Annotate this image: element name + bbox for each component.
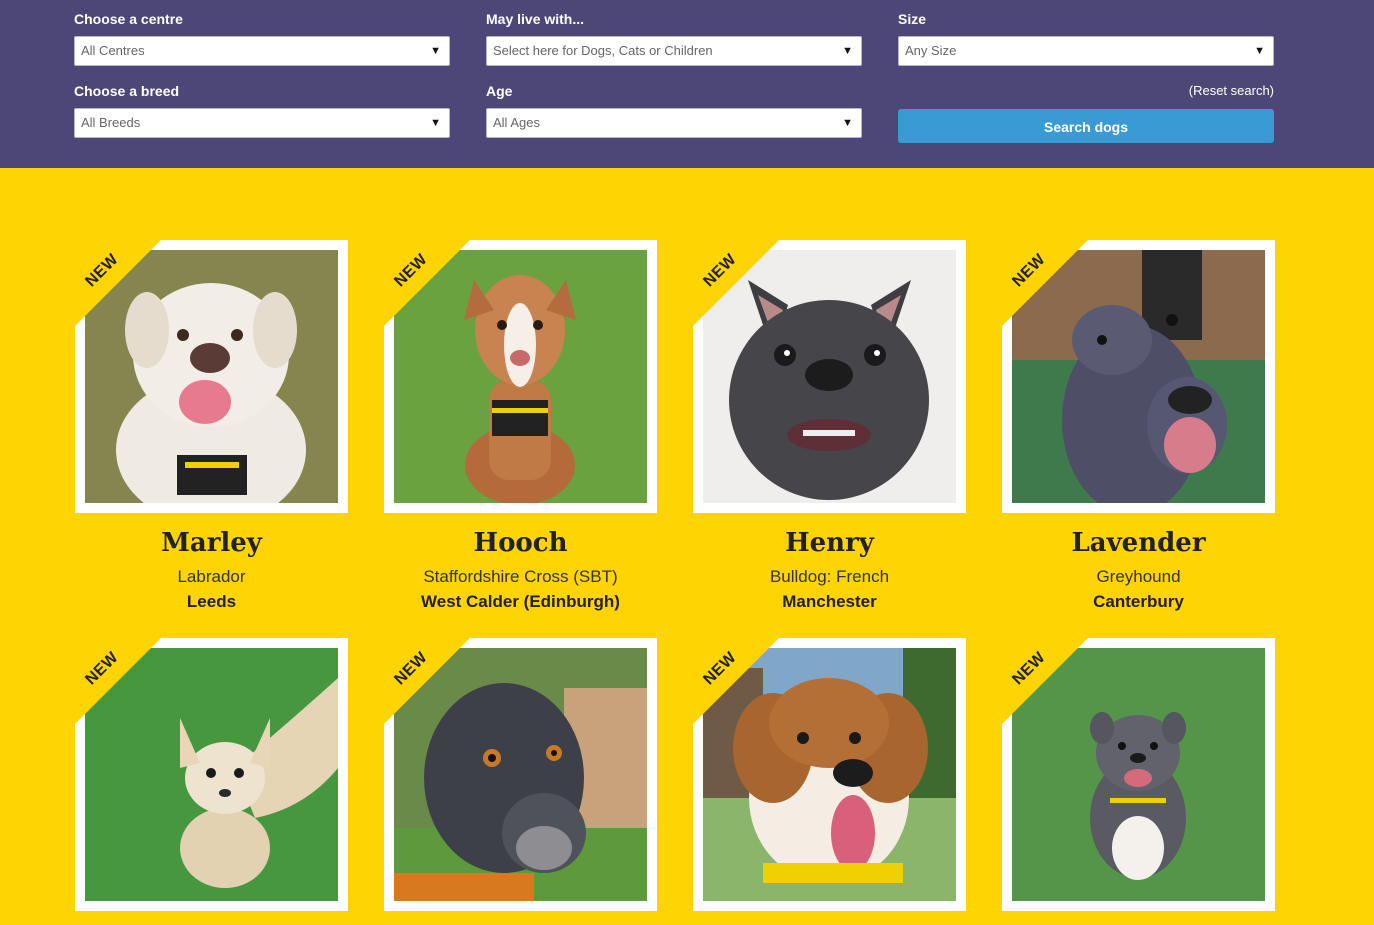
dog-photo-frame: NEW [384, 240, 657, 513]
dog-photo[interactable] [1012, 250, 1265, 503]
dog-card[interactable]: NEW Henry Bulldog: French Manchester [693, 240, 966, 612]
centre-label: Choose a centre [74, 11, 183, 27]
dog-photo[interactable] [85, 250, 338, 503]
dog-centre: West Calder (Edinburgh) [421, 592, 620, 611]
dog-photo-frame: NEW [693, 240, 966, 513]
centre-filter: Choose a centre All Centres ▼ [74, 0, 450, 66]
live-with-filter: May live with... Select here for Dogs, C… [486, 0, 862, 66]
dog-name[interactable]: Hooch [384, 527, 657, 559]
dog-card[interactable]: NEW Hooch Staffordshire Cross (SBT) West… [384, 240, 657, 612]
dog-name[interactable]: Marley [75, 527, 348, 559]
dog-photo[interactable] [394, 648, 647, 901]
search-dogs-button[interactable]: Search dogs [898, 109, 1274, 143]
dog-card[interactable]: NEW [693, 638, 966, 925]
dog-photo-frame: NEW [1002, 240, 1275, 513]
dog-card[interactable]: NEW [1002, 638, 1275, 925]
triangle-down-icon: ▼ [430, 117, 441, 129]
size-filter: Size Any Size ▼ [898, 0, 1274, 66]
triangle-down-icon: ▼ [842, 117, 853, 129]
dog-photo-frame: NEW [1002, 638, 1275, 911]
size-value: Any Size [905, 43, 957, 58]
dog-name[interactable]: Henry [693, 527, 966, 559]
dog-photo-frame: NEW [75, 638, 348, 911]
dog-photo-frame: NEW [384, 638, 657, 911]
age-filter: Age All Ages ▼ [486, 72, 862, 138]
live-with-value: Select here for Dogs, Cats or Children [493, 43, 713, 58]
triangle-down-icon: ▼ [1254, 45, 1265, 57]
dog-breed: Labrador [177, 567, 246, 586]
search-actions: (Reset search) Search dogs [898, 72, 1274, 144]
dog-card[interactable]: NEW Lavender Greyhound Canterbury [1002, 240, 1275, 612]
centre-value: All Centres [81, 43, 145, 58]
age-label: Age [486, 83, 513, 99]
size-select[interactable]: Any Size ▼ [898, 36, 1274, 66]
breed-value: All Breeds [81, 115, 141, 130]
centre-select[interactable]: All Centres ▼ [74, 36, 450, 66]
dog-card[interactable]: NEW [75, 638, 348, 925]
live-with-select[interactable]: Select here for Dogs, Cats or Children ▼ [486, 36, 862, 66]
dog-name[interactable]: Lavender [1002, 527, 1275, 559]
dog-photo-frame: NEW [693, 638, 966, 911]
breed-label: Choose a breed [74, 83, 180, 99]
age-value: All Ages [493, 115, 540, 130]
triangle-down-icon: ▼ [430, 45, 441, 57]
dog-centre: Manchester [782, 592, 877, 611]
dog-card[interactable]: NEW [384, 638, 657, 925]
dog-photo[interactable] [703, 250, 956, 503]
age-select[interactable]: All Ages ▼ [486, 108, 862, 138]
dog-breed: Greyhound [1096, 567, 1181, 586]
dog-photo[interactable] [85, 648, 338, 901]
search-filters: Choose a centre All Centres ▼ May live w… [0, 0, 1374, 168]
dog-photo-frame: NEW [75, 240, 348, 513]
dog-photo[interactable] [1012, 648, 1265, 901]
breed-select[interactable]: All Breeds ▼ [74, 108, 450, 138]
triangle-down-icon: ▼ [842, 45, 853, 57]
dog-centre: Canterbury [1093, 592, 1184, 611]
dog-photo[interactable] [394, 250, 647, 503]
breed-filter: Choose a breed All Breeds ▼ [74, 72, 450, 138]
size-label: Size [898, 11, 927, 27]
dog-centre: Leeds [186, 592, 237, 611]
live-with-label: May live with... [486, 11, 585, 27]
dog-photo[interactable] [703, 648, 956, 901]
dog-breed: Bulldog: French [769, 567, 890, 586]
dog-card[interactable]: NEW Marley Labrador Leeds [75, 240, 348, 612]
reset-search-link[interactable]: (Reset search) [1189, 82, 1274, 100]
dog-breed: Staffordshire Cross (SBT) [423, 567, 618, 586]
